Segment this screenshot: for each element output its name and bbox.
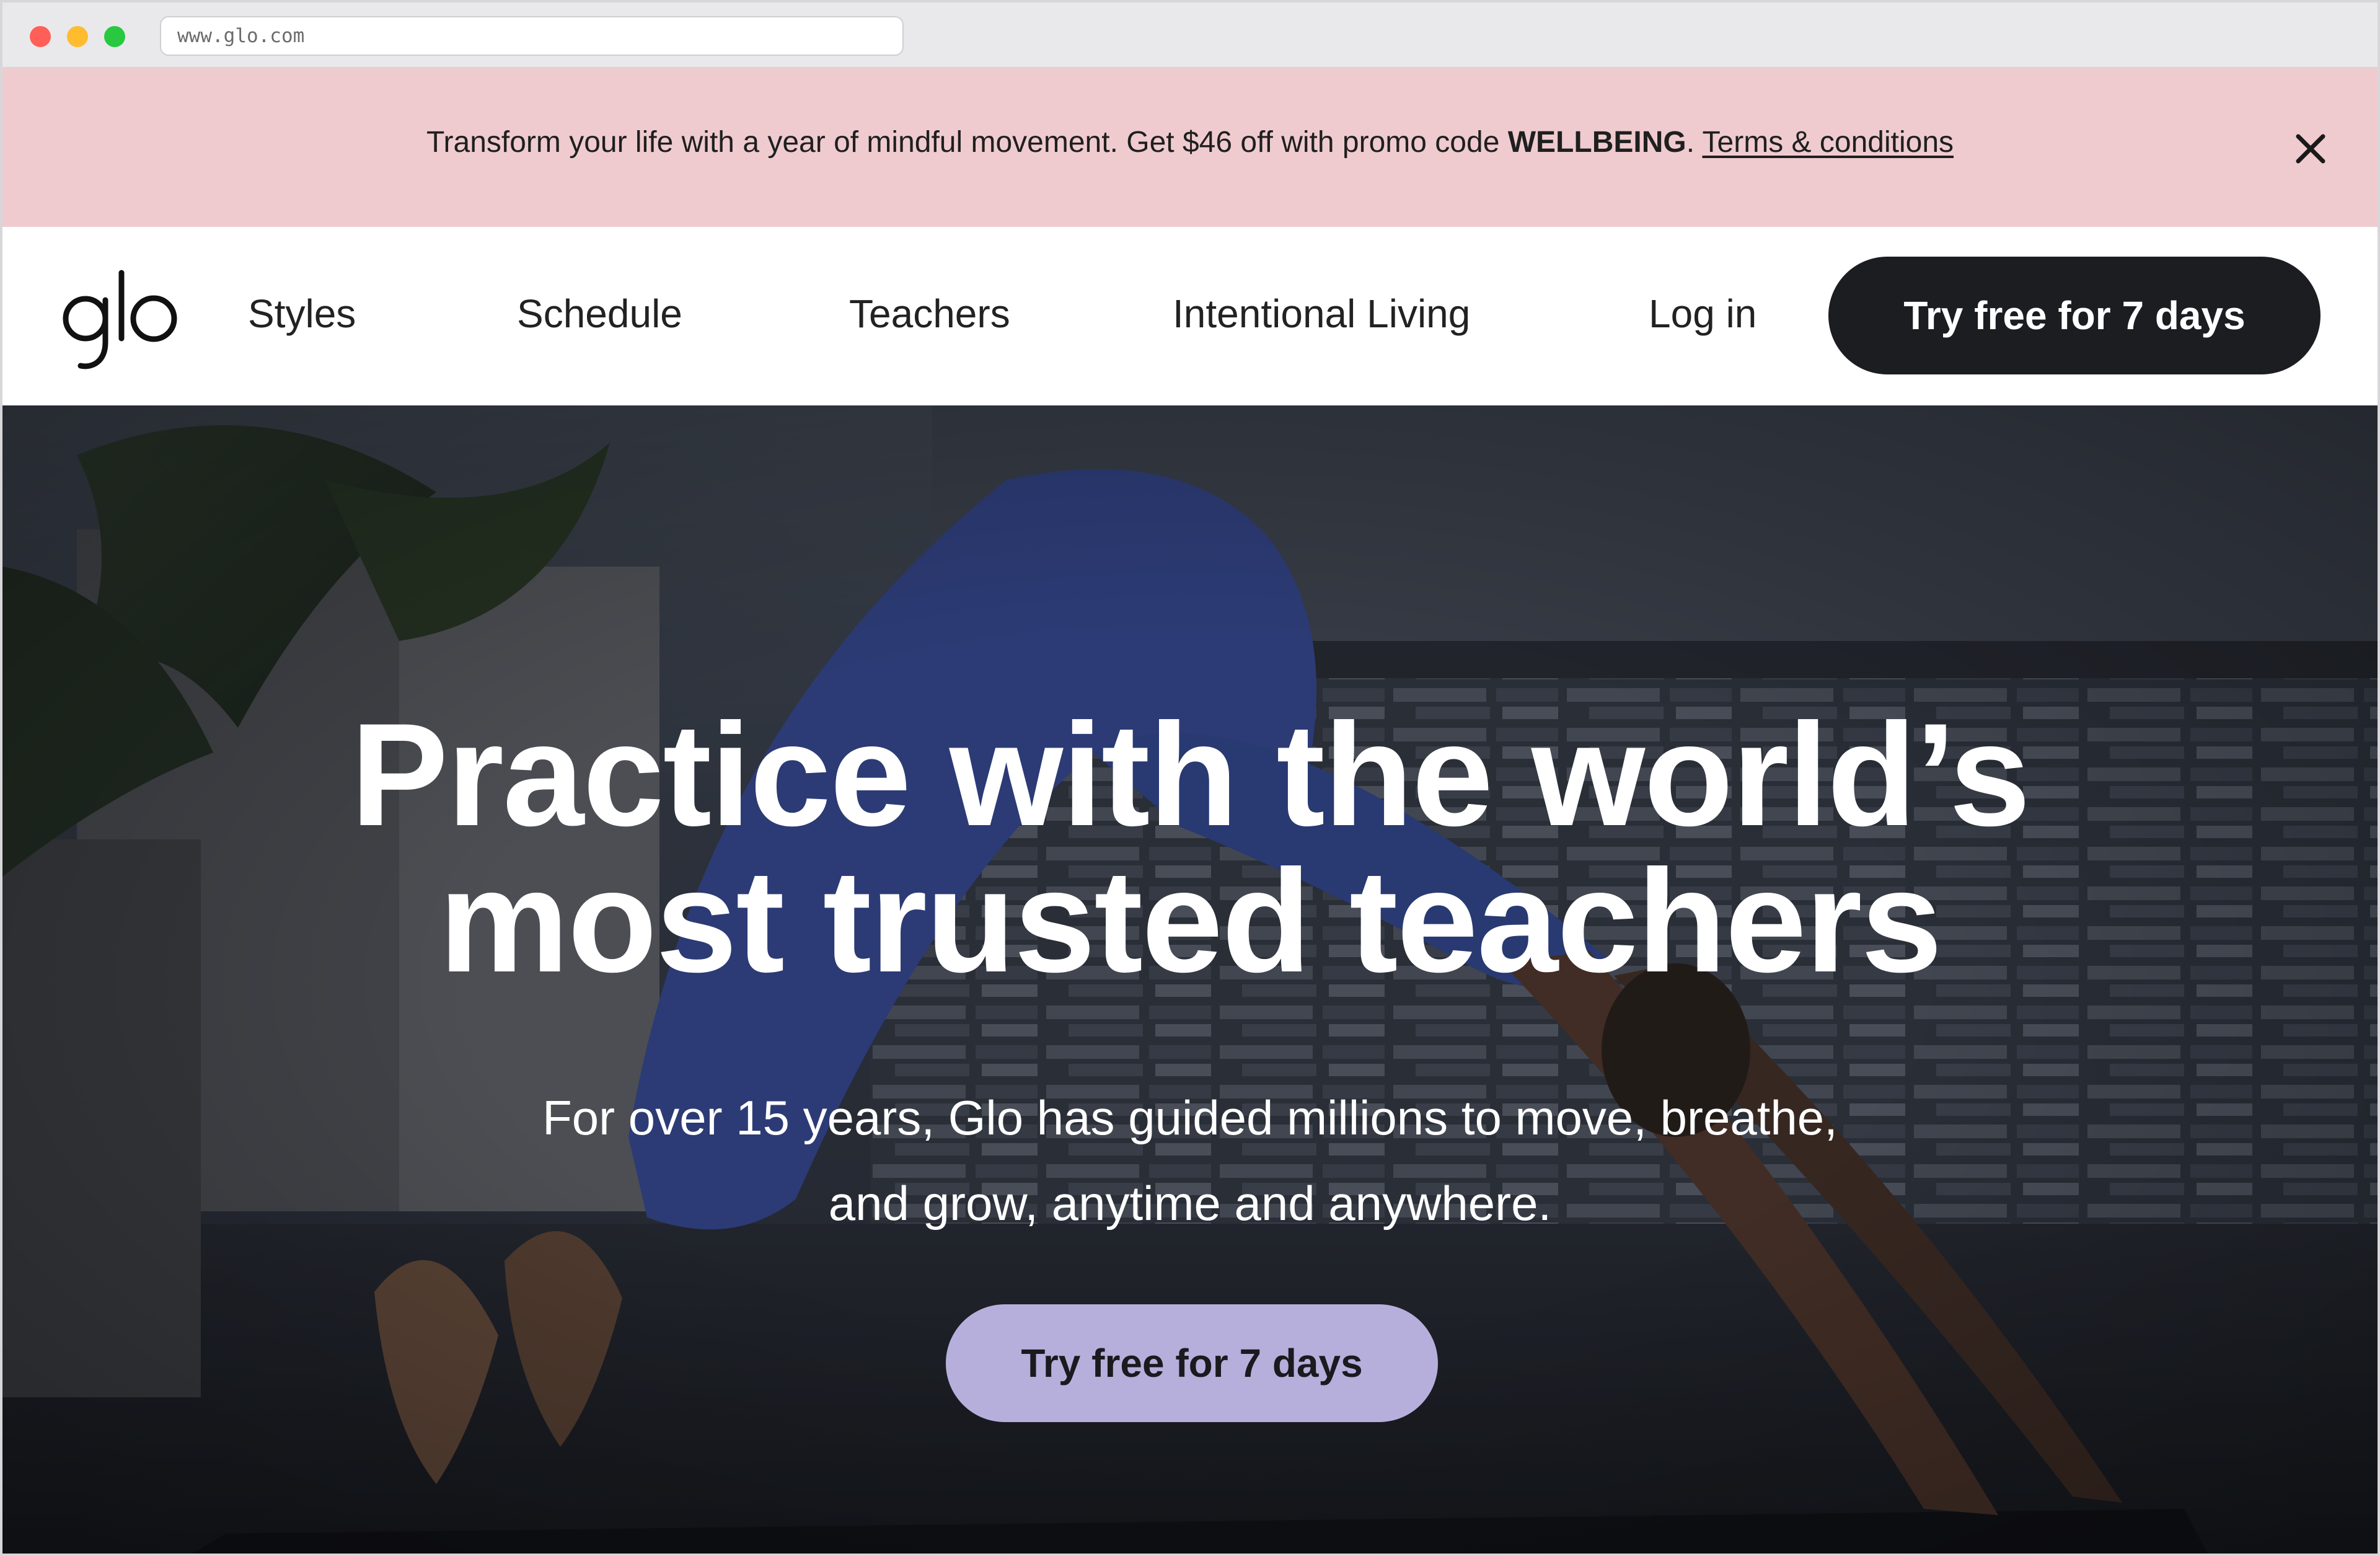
nav-item-schedule[interactable]: Schedule <box>517 289 682 338</box>
hero-subheadline: For over 15 years, Glo has guided millio… <box>2 1075 2378 1246</box>
main-navigation: Styles Schedule Teachers Intentional Liv… <box>2 227 2378 405</box>
promo-banner: Transform your life with a year of mindf… <box>2 68 2378 227</box>
nav-item-teachers[interactable]: Teachers <box>849 289 1010 338</box>
browser-window: www.glo.com Transform your life with a y… <box>0 0 2380 1556</box>
nav-try-free-button[interactable]: Try free for 7 days <box>1828 257 2320 374</box>
browser-chrome: www.glo.com <box>2 2 2378 68</box>
minimize-window-button[interactable] <box>67 26 88 47</box>
login-link[interactable]: Log in <box>1649 289 1756 338</box>
promo-close-button[interactable] <box>2288 126 2333 171</box>
nav-item-intentional-living[interactable]: Intentional Living <box>1173 289 1470 338</box>
close-icon <box>2296 134 2325 164</box>
terms-link[interactable]: Terms & conditions <box>1703 126 1954 159</box>
nav-item-styles[interactable]: Styles <box>248 289 356 338</box>
maximize-window-button[interactable] <box>104 26 125 47</box>
hero-section: Practice with the world’s most trusted t… <box>2 405 2378 1554</box>
close-window-button[interactable] <box>30 26 51 47</box>
promo-text-after: . <box>1686 126 1703 159</box>
promo-code: WELLBEING <box>1507 126 1686 159</box>
hero-subheadline-line-1: For over 15 years, Glo has guided millio… <box>542 1090 1838 1145</box>
promo-text-before: Transform your life with a year of mindf… <box>426 126 1508 159</box>
hero-headline-line-1: Practice with the world’s <box>350 693 2030 857</box>
address-bar-url: www.glo.com <box>177 25 305 47</box>
hero-headline-line-2: most trusted teachers <box>439 839 1942 1003</box>
hero-headline: Practice with the world’s most trusted t… <box>2 702 2378 994</box>
hero-try-free-button[interactable]: Try free for 7 days <box>946 1304 1438 1422</box>
glo-logo-mark <box>63 270 177 369</box>
hero-subheadline-line-2: and grow, anytime and anywhere. <box>828 1176 1552 1231</box>
address-bar[interactable]: www.glo.com <box>160 16 904 56</box>
glo-logo[interactable] <box>61 263 185 374</box>
promo-message: Transform your life with a year of mindf… <box>2 125 2378 159</box>
